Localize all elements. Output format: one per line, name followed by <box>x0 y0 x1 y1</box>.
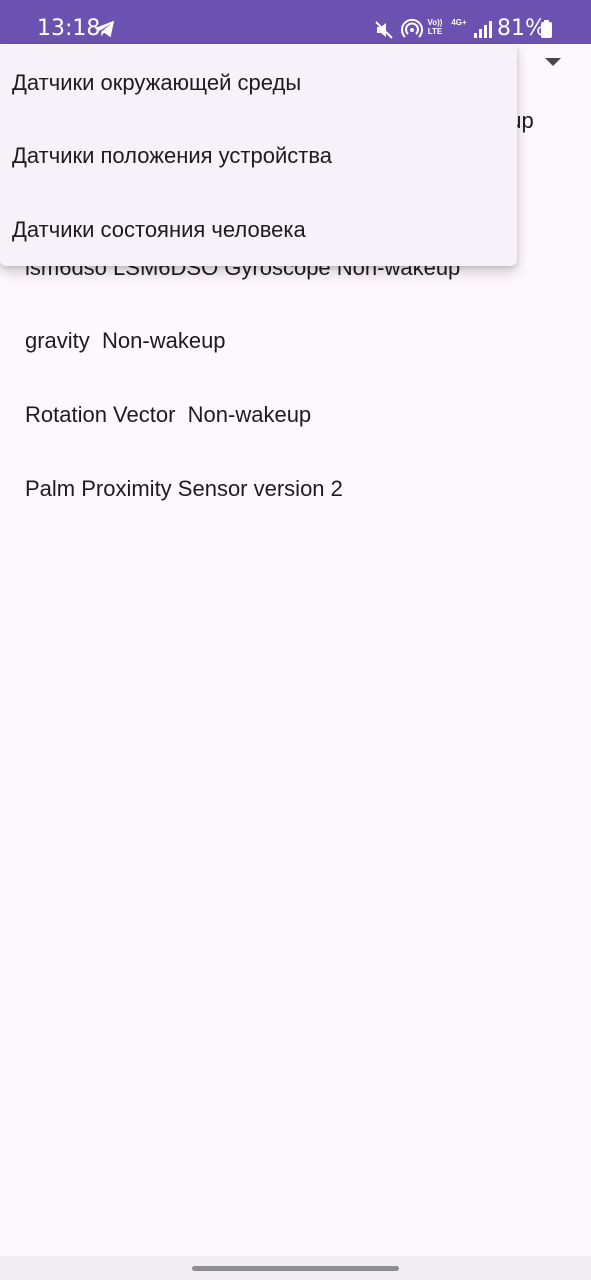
sensor-item[interactable]: gravity Non-wakeup <box>25 327 226 355</box>
dropdown-arrow-icon[interactable] <box>545 58 561 66</box>
status-time: 13:18 <box>37 16 101 41</box>
sensor-item[interactable]: Palm Proximity Sensor version 2 <box>25 475 343 503</box>
network-4g-icon: 4G+ <box>451 18 467 27</box>
battery-icon <box>541 20 552 38</box>
sensor-category-menu: Датчики окружающей среды Датчики положен… <box>0 44 517 266</box>
status-bar: 13:18 Vo)) LTE 4G+ 81% <box>0 0 591 44</box>
battery-percentage: 81% <box>497 16 546 41</box>
menu-item-position-sensors[interactable]: Датчики положения устройства <box>12 142 332 170</box>
menu-item-environment-sensors[interactable]: Датчики окружающей среды <box>12 69 301 97</box>
signal-icon <box>474 21 492 38</box>
home-gesture-handle[interactable] <box>192 1266 399 1271</box>
volte-icon: Vo)) LTE <box>427 18 443 36</box>
hotspot-icon <box>401 18 423 38</box>
menu-item-human-state-sensors[interactable]: Датчики состояния человека <box>12 216 306 244</box>
telegram-icon <box>94 20 115 38</box>
navigation-bar <box>0 1256 591 1280</box>
sensor-item[interactable]: Rotation Vector Non-wakeup <box>25 401 311 429</box>
mute-icon <box>375 21 393 39</box>
